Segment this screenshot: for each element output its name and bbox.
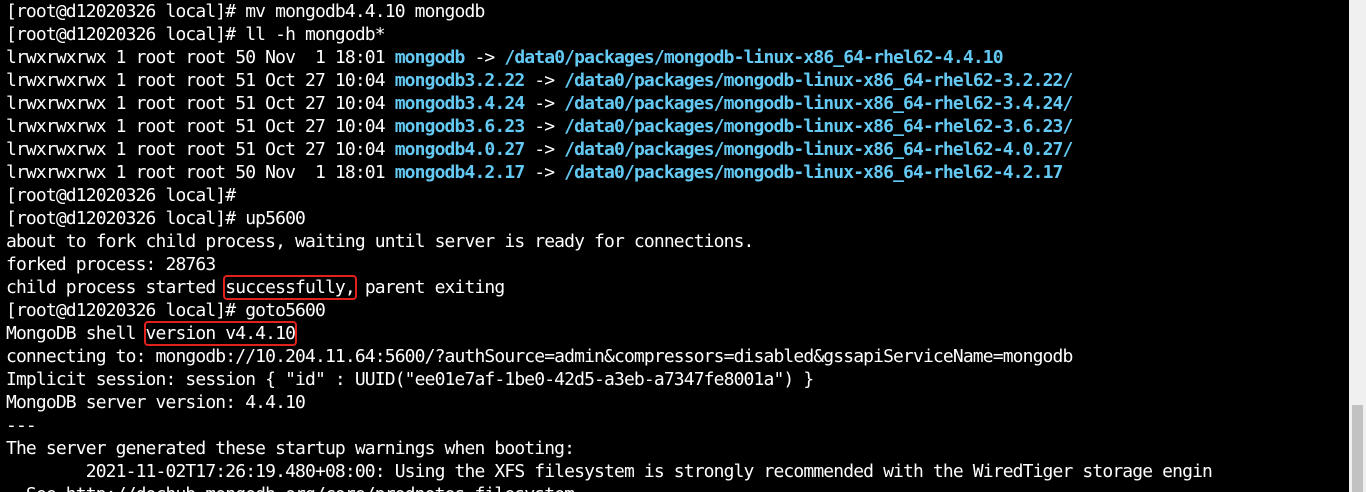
terminal-window[interactable]: [root@d12020326 local]# mv mongodb4.4.10… <box>0 0 1366 492</box>
prompt-line: [root@d12020326 local]# <box>6 185 246 206</box>
command-line-goto: [root@d12020326 local]# goto5600 <box>6 300 326 321</box>
symlink-target: /data0/packages/mongodb-linux-x86_64-rhe… <box>564 162 1063 183</box>
forked-process-line: forked process: 28763 <box>6 254 216 275</box>
symlink-name: mongodb3.6.23 <box>394 116 525 137</box>
vertical-scrollbar[interactable] <box>1349 0 1366 492</box>
symlink-name: mongodb <box>394 47 466 68</box>
warnings-header: The server generated these startup warni… <box>6 438 575 459</box>
command-line-mv: [root@d12020326 local]# mv mongodb4.4.10… <box>6 1 485 22</box>
file-attributes: lrwxrwxrwx 1 root root 51 Oct 27 10:04 <box>6 93 395 114</box>
file-attributes: lrwxrwxrwx 1 root root 51 Oct 27 10:04 <box>6 139 395 160</box>
child-process-exit-text: parent exiting <box>354 277 505 298</box>
symlink-arrow: -> <box>524 116 565 137</box>
symlink-target: /data0/packages/mongodb-linux-x86_64-rhe… <box>564 116 1073 137</box>
list-item: lrwxrwxrwx 1 root root 51 Oct 27 10:04 m… <box>6 138 1212 161</box>
fork-message: about to fork child process, waiting unt… <box>6 231 754 252</box>
warning-line: 2021-11-02T17:26:19.480+08:00: Using the… <box>6 461 1213 482</box>
file-attributes: lrwxrwxrwx 1 root root 51 Oct 27 10:04 <box>6 116 395 137</box>
child-process-text: child process started <box>6 277 226 298</box>
list-item: lrwxrwxrwx 1 root root 50 Nov 1 18:01 mo… <box>6 161 1212 184</box>
separator-line: --- <box>6 415 37 436</box>
list-item: lrwxrwxrwx 1 root root 50 Nov 1 18:01 mo… <box>6 46 1212 69</box>
symlink-target: /data0/packages/mongodb-linux-x86_64-rhe… <box>564 70 1073 91</box>
symlink-name: mongodb3.2.22 <box>394 70 525 91</box>
symlink-arrow: -> <box>464 47 505 68</box>
symlink-target: /data0/packages/mongodb-linux-x86_64-rhe… <box>504 47 1003 68</box>
highlight-successfully: successfully, <box>223 275 357 300</box>
child-process-line: child process started successfully, pare… <box>6 275 1212 300</box>
server-version-line: MongoDB server version: 4.4.10 <box>6 392 306 413</box>
symlink-target: /data0/packages/mongodb-linux-x86_64-rhe… <box>564 139 1073 160</box>
highlight-shell-version: version v4.4.10 <box>143 321 298 346</box>
symlink-target: /data0/packages/mongodb-linux-x86_64-rhe… <box>564 93 1073 114</box>
symlink-arrow: -> <box>524 139 565 160</box>
shell-version-line: MongoDB shell version v4.4.10 <box>6 321 1212 346</box>
file-attributes: lrwxrwxrwx 1 root root 50 Nov 1 18:01 <box>6 47 395 68</box>
session-line: Implicit session: session { "id" : UUID(… <box>6 369 814 390</box>
list-item: lrwxrwxrwx 1 root root 51 Oct 27 10:04 m… <box>6 115 1212 138</box>
symlink-name: mongodb4.2.17 <box>394 162 525 183</box>
terminal-output: [root@d12020326 local]# mv mongodb4.4.10… <box>6 0 1213 492</box>
list-item: lrwxrwxrwx 1 root root 51 Oct 27 10:04 m… <box>6 92 1212 115</box>
command-line-ll: [root@d12020326 local]# ll -h mongodb* <box>6 24 386 45</box>
command-line-up: [root@d12020326 local]# up5600 <box>6 208 306 229</box>
list-item: lrwxrwxrwx 1 root root 51 Oct 27 10:04 m… <box>6 69 1212 92</box>
symlink-name: mongodb4.0.27 <box>394 139 525 160</box>
symlink-arrow: -> <box>524 93 565 114</box>
symlink-arrow: -> <box>524 162 565 183</box>
shell-label: MongoDB shell <box>6 323 146 344</box>
see-link-line: See http://dochub.mongodb.org/core/prodn… <box>6 483 1212 492</box>
file-attributes: lrwxrwxrwx 1 root root 51 Oct 27 10:04 <box>6 70 395 91</box>
connecting-line: connecting to: mongodb://10.204.11.64:56… <box>6 346 1073 367</box>
symlink-name: mongodb3.4.24 <box>394 93 525 114</box>
file-attributes: lrwxrwxrwx 1 root root 50 Nov 1 18:01 <box>6 162 395 183</box>
scrollbar-thumb[interactable] <box>1352 405 1363 492</box>
symlink-arrow: -> <box>524 70 565 91</box>
